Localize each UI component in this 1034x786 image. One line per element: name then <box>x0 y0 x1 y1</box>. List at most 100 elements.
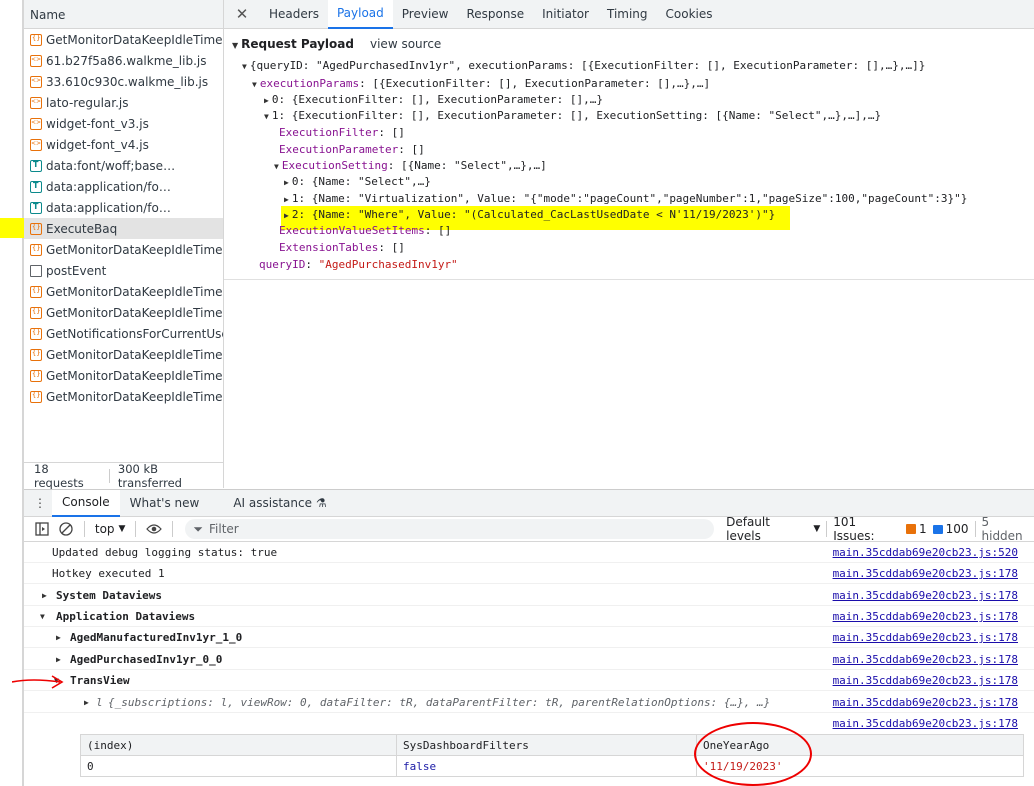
source-link[interactable]: main.35cddab69e20cb23.js:178 <box>833 713 1018 734</box>
request-row[interactable]: data:application/fo… <box>24 197 223 218</box>
request-payload-title: Request Payload <box>241 37 354 51</box>
tab-whats-new[interactable]: What's new <box>120 490 210 517</box>
chevron-down-icon: ▼ <box>118 524 126 534</box>
key-execution-filter: ExecutionFilter <box>279 126 379 139</box>
collapse-triangle-icon: ▶ <box>284 195 289 204</box>
divider <box>826 521 828 537</box>
issues-label: 101 Issues: <box>833 515 875 543</box>
request-row[interactable]: GetMonitorDataKeepIdleTime <box>24 29 223 50</box>
source-link[interactable]: main.35cddab69e20cb23.js:178 <box>833 585 1018 606</box>
tab-payload[interactable]: Payload <box>327 0 393 29</box>
script-icon <box>30 54 42 67</box>
request-row[interactable]: widget-font_v3.js <box>24 113 223 134</box>
view-source-link[interactable]: view source <box>370 37 441 51</box>
request-name: GetMonitorDataKeepIdleTime <box>46 347 223 362</box>
tab-headers[interactable]: Headers <box>260 0 328 29</box>
request-row[interactable]: GetMonitorDataKeepIdleTime <box>24 365 223 386</box>
execution-setting-0[interactable]: ▶ 0: {Name: "Select",…} <box>284 174 431 190</box>
sidebar-toggle-icon[interactable] <box>30 517 54 541</box>
group-label: AgedPurchasedInv1yr_0_0 <box>70 653 223 666</box>
request-row[interactable]: widget-font_v4.js <box>24 134 223 155</box>
item-1-text: 1: {ExecutionFilter: [], ExecutionParame… <box>271 109 882 122</box>
request-payload-section[interactable]: ▼ Request Payload <box>232 37 354 51</box>
console-object[interactable]: ▶ l {_subscriptions: l, viewRow: 0, data… <box>24 692 1034 713</box>
request-row[interactable]: 61.b27f5a86.walkme_lib.js <box>24 50 223 71</box>
request-row[interactable]: GetMonitorDataKeepIdleTime <box>24 386 223 407</box>
console-group[interactable]: ▼ Application Dataviews main.35cddab69e2… <box>24 606 1034 627</box>
source-link[interactable]: main.35cddab69e20cb23.js:520 <box>833 542 1018 563</box>
table-header[interactable]: (index) <box>80 734 397 756</box>
hidden-count[interactable]: 5 hidden <box>982 515 1034 543</box>
more-menu-icon[interactable]: ⋮ <box>28 491 52 515</box>
payload-execution-setting[interactable]: ▼ ExecutionSetting: [{Name: "Select",…},…… <box>274 158 547 174</box>
payload-item-1[interactable]: ▼ 1: {ExecutionFilter: [], ExecutionParam… <box>264 108 881 124</box>
request-row[interactable]: GetMonitorDataKeepIdleTime <box>24 239 223 260</box>
table-header[interactable]: SysDashboardFilters <box>396 734 697 756</box>
request-row[interactable]: postEvent <box>24 260 223 281</box>
group-label: System Dataviews <box>56 589 162 602</box>
console-group[interactable]: ▶ AgedManufacturedInv1yr_1_0 main.35cdda… <box>24 627 1034 648</box>
divider <box>108 468 110 483</box>
log-levels-dropdown[interactable]: Default levels ▼ <box>726 515 820 543</box>
request-name: GetMonitorDataKeepIdleTime <box>46 389 223 404</box>
execution-setting-1[interactable]: ▶ 1: {Name: "Virtualization", Value: "{"m… <box>284 191 967 207</box>
eye-icon[interactable] <box>142 517 166 541</box>
request-row[interactable]: data:font/woff;base… <box>24 155 223 176</box>
expand-triangle-icon: ▼ <box>264 112 269 121</box>
expand-triangle-icon: ▼ <box>232 41 239 50</box>
payload-item-0[interactable]: ▶ 0: {ExecutionFilter: [], ExecutionParam… <box>264 92 603 108</box>
context-selector[interactable]: top ▼ <box>91 522 130 536</box>
source-link[interactable]: main.35cddab69e20cb23.js:178 <box>833 649 1018 670</box>
issues-counter[interactable]: 101 Issues: 1 100 <box>833 515 968 543</box>
chevron-down-icon: ▼ <box>813 524 821 534</box>
payload-execution-value-set-items: ExecutionValueSetItems: [] <box>279 223 451 239</box>
source-link[interactable]: main.35cddab69e20cb23.js:178 <box>833 563 1018 584</box>
clear-console-icon[interactable] <box>54 517 78 541</box>
xhr-icon <box>30 285 42 298</box>
console-group[interactable]: ▶ System Dataviews main.35cddab69e20cb23… <box>24 585 1034 606</box>
source-link[interactable]: main.35cddab69e20cb23.js:178 <box>833 606 1018 627</box>
filter-input[interactable]: ⏷ Filter <box>185 519 715 539</box>
console-group[interactable]: ▼ TransView main.35cddab69e20cb23.js:178 <box>24 670 1034 691</box>
transferred-size: 300 kB transferred <box>117 461 182 490</box>
request-row[interactable]: lato-regular.js <box>24 92 223 113</box>
object-class: l <box>96 696 103 709</box>
execution-setting-1-text: 1: {Name: "Virtualization", Value: "{"mo… <box>291 192 968 205</box>
console-group[interactable]: ▶ AgedPurchasedInv1yr_0_0 main.35cddab69… <box>24 649 1034 670</box>
divider <box>83 521 85 537</box>
tab-response[interactable]: Response <box>457 0 533 29</box>
font-icon <box>30 180 42 193</box>
tab-cookies[interactable]: Cookies <box>657 0 722 29</box>
payload-execution-params[interactable]: ▼ executionParams: [{ExecutionFilter: [],… <box>252 76 710 92</box>
tab-ai-assistance[interactable]: AI assistance ⚗ <box>223 490 336 517</box>
collapse-triangle-icon: ▶ <box>284 178 289 187</box>
request-row[interactable]: GetNotificationsForCurrentUse… <box>24 323 223 344</box>
request-row[interactable]: ExecuteBaq <box>24 218 223 239</box>
request-row[interactable]: 33.610c930c.walkme_lib.js <box>24 71 223 92</box>
name-column-header[interactable]: Name <box>24 0 223 29</box>
detail-tabs: ✕ Headers Payload Preview Response Initi… <box>224 0 1034 29</box>
source-link[interactable]: main.35cddab69e20cb23.js:178 <box>833 670 1018 691</box>
payload-root[interactable]: ▼ {queryID: "AgedPurchasedInv1yr", execut… <box>242 58 925 74</box>
value-extension-tables: : [] <box>378 241 405 254</box>
expand-triangle-icon: ▼ <box>252 80 257 89</box>
tab-initiator[interactable]: Initiator <box>533 0 598 29</box>
close-icon[interactable]: ✕ <box>224 5 260 23</box>
tab-console[interactable]: Console <box>52 489 120 517</box>
request-row[interactable]: GetMonitorDataKeepIdleTime <box>24 344 223 365</box>
key-execution-setting: ExecutionSetting <box>281 159 388 172</box>
key-execution-params: executionParams <box>259 77 360 90</box>
tab-preview[interactable]: Preview <box>393 0 458 29</box>
request-name: GetMonitorDataKeepIdleTime <box>46 284 223 299</box>
source-link[interactable]: main.35cddab69e20cb23.js:178 <box>833 692 1018 713</box>
request-name: GetNotificationsForCurrentUse… <box>46 326 223 341</box>
request-name: data:font/woff;base… <box>46 158 176 173</box>
request-row[interactable]: GetMonitorDataKeepIdleTime <box>24 281 223 302</box>
execution-setting-2[interactable]: ▶ 2: {Name: "Where", Value: "(Calculated_… <box>284 207 775 223</box>
request-row[interactable]: data:application/fo… <box>24 176 223 197</box>
warning-icon <box>906 524 916 534</box>
request-row[interactable]: GetMonitorDataKeepIdleTime <box>24 302 223 323</box>
source-link[interactable]: main.35cddab69e20cb23.js:178 <box>833 627 1018 648</box>
tab-timing[interactable]: Timing <box>598 0 657 29</box>
execution-setting-0-text: 0: {Name: "Select",…} <box>291 175 431 188</box>
